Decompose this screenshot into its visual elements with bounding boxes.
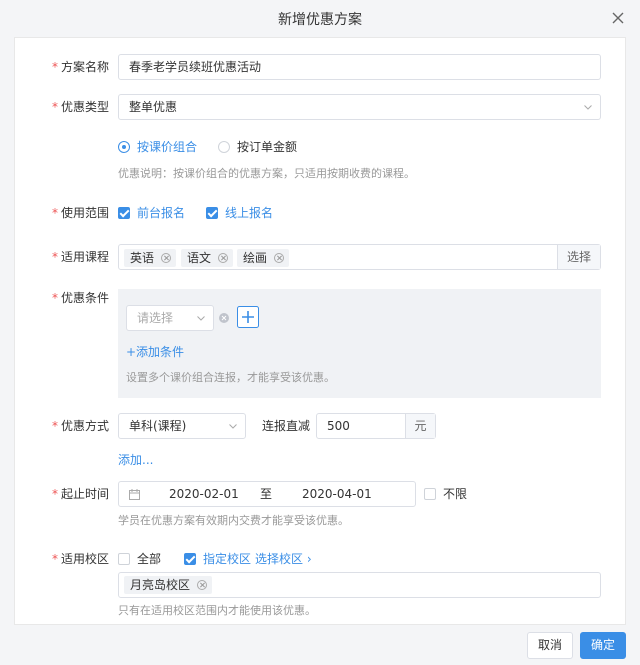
period-label: * 起止时间 [51,487,109,501]
required-mark: * [51,250,58,264]
required-mark: * [51,100,58,114]
remove-condition-icon[interactable] [219,313,229,323]
add-condition-plus-icon[interactable] [237,306,259,328]
campus-tag: 月亮岛校区 [124,576,213,594]
method-label: * 优惠方式 [51,419,109,433]
unlimited-checkbox[interactable] [424,488,436,500]
confirm-button[interactable]: 确定 [580,632,626,659]
campus-hint: 只有在适用校区范围内才能使用该优惠。 [118,604,316,617]
conditions-hint: 设置多个课价组合连报，才能享受该优惠。 [126,371,335,384]
required-mark: * [51,206,58,220]
campus-all-label[interactable]: 全部 [137,551,161,567]
courses-label: * 适用课程 [51,250,109,264]
date-range-picker[interactable]: 2020-02-01 至 2020-04-01 [118,481,416,507]
amount-input[interactable]: 500 元 [316,413,436,439]
course-select-button[interactable]: 选择 [557,245,600,269]
discount-type-value: 整单优惠 [129,100,178,114]
radio-by-order-amount[interactable] [218,141,230,153]
discount-type-select[interactable]: 整单优惠 [118,94,601,120]
date-separator: 至 [260,487,273,501]
discount-type-hint: 优惠说明：按课价组合的优惠方案，只适用按期收费的课程。 [118,167,415,180]
scope-online-label[interactable]: 线上报名 [225,205,273,221]
cancel-button[interactable]: 取消 [527,632,573,659]
campus-all-checkbox[interactable] [118,553,130,565]
plan-name-input[interactable]: 春季老学员续班优惠活动 [118,54,601,80]
required-mark: * [51,291,58,305]
method-select[interactable]: 单科(课程) [118,413,246,439]
unlimited-label[interactable]: 不限 [443,486,467,502]
discount-type-label: * 优惠类型 [51,100,109,114]
chevron-down-icon [197,316,205,321]
calendar-icon [129,489,140,500]
campus-tags-field[interactable]: 月亮岛校区 [118,572,601,598]
form-panel: * 方案名称 春季老学员续班优惠活动 * 优惠类型 整单优惠 按课价组合 按订单金额… [14,37,626,625]
condition-select-placeholder: 请选择 [137,311,174,325]
course-tag: 语文 [181,249,234,267]
plan-name-label: * 方案名称 [51,60,109,74]
period-hint: 学员在优惠方案有效期内交费才能享受该优惠。 [118,514,349,527]
dialog-title: 新增优惠方案 [278,12,362,28]
campus-specified-checkbox[interactable] [184,553,196,565]
radio-by-course-price[interactable] [118,141,130,153]
plan-name-value: 春季老学员续班优惠活动 [129,60,262,74]
dialog-header: 新增优惠方案 [0,0,640,36]
amount-unit: 元 [405,414,435,438]
add-method-link[interactable]: 添加... [118,452,153,468]
required-mark: * [51,487,58,501]
scope-online-checkbox[interactable] [206,207,218,219]
course-tag: 英语 [124,249,177,267]
method-rule-label: 连报直减 [262,419,311,433]
campus-label: * 适用校区 [51,552,109,566]
required-mark: * [51,552,58,566]
scope-front-desk-checkbox[interactable] [118,207,130,219]
start-date[interactable]: 2020-02-01 [169,482,239,506]
required-mark: * [51,419,58,433]
course-tag: 绘画 [237,249,290,267]
end-date[interactable]: 2020-04-01 [302,482,372,506]
scope-front-desk-label[interactable]: 前台报名 [137,205,185,221]
tag-close-icon[interactable] [197,580,208,590]
tag-close-icon[interactable] [161,253,172,263]
required-mark: * [51,60,58,74]
conditions-box: 请选择 +添加条件 设置多个课价组合连报，才能享受该优惠。 [118,289,601,398]
chevron-down-icon [229,424,237,429]
close-icon[interactable] [612,12,624,24]
dialog-footer: 取消 确定 [0,626,640,665]
choose-campus-link[interactable]: 选择校区 › [255,551,312,567]
method-select-value: 单科(课程) [129,419,187,433]
tag-close-icon[interactable] [218,253,229,263]
add-condition-link[interactable]: +添加条件 [126,344,184,360]
chevron-down-icon [584,105,592,110]
courses-field[interactable]: 英语 语文 绘画 选择 [118,244,601,270]
campus-specified-label[interactable]: 指定校区 [203,551,251,567]
conditions-label: * 优惠条件 [51,291,109,305]
radio-by-order-amount-label[interactable]: 按订单金额 [237,139,297,155]
scope-label: * 使用范围 [51,206,109,220]
condition-select[interactable]: 请选择 [126,305,214,331]
amount-value: 500 [327,419,350,433]
tag-close-icon[interactable] [274,253,285,263]
radio-by-course-price-label[interactable]: 按课价组合 [137,139,197,155]
